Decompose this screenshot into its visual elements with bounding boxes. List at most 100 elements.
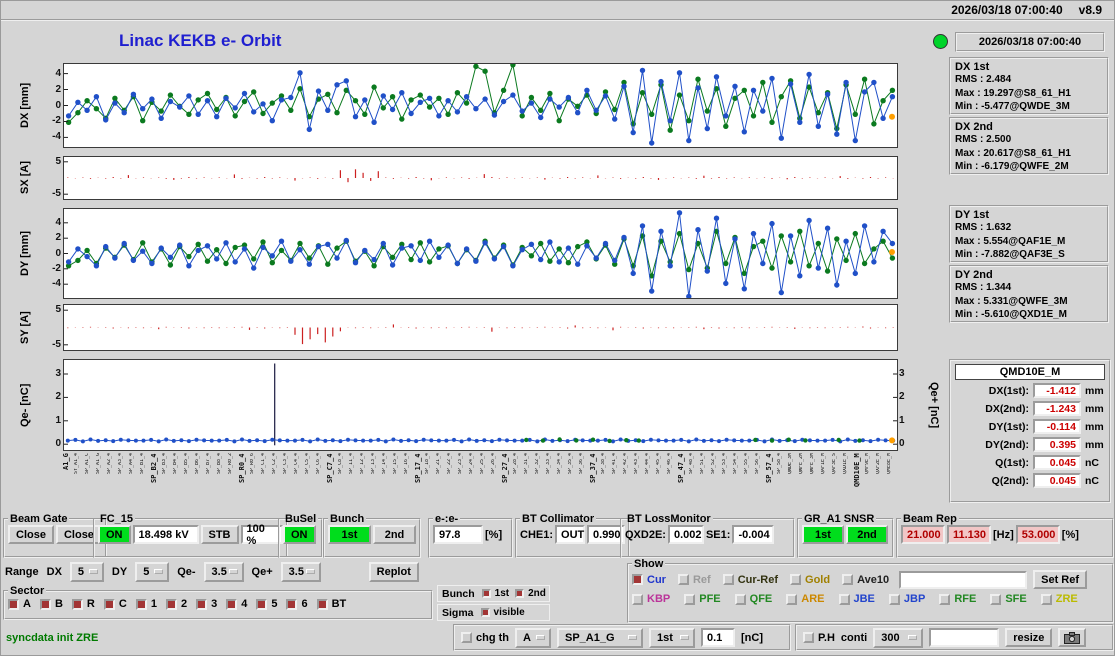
checkbox-box (632, 574, 643, 585)
gr-a1-2nd-button[interactable]: 2nd (846, 525, 888, 544)
dropdown-indicator-icon (305, 569, 315, 574)
show-checkbox-pfe[interactable]: PFE (684, 593, 721, 605)
show-checkbox-qfe[interactable]: QFE (734, 593, 772, 605)
sector-checkbox-c[interactable]: C (103, 598, 127, 610)
show-checkbox-ref[interactable]: Ref (677, 574, 711, 586)
show-checkbox-zre[interactable]: ZRE (1040, 593, 1078, 605)
fc15-stb-button[interactable]: STB (200, 525, 239, 544)
monitor-label: Q(1st): (995, 456, 1029, 469)
monitor-row: DY(2nd): 0.395 mm (955, 437, 1105, 452)
sector-checkbox-r[interactable]: R (71, 598, 95, 610)
bunch-1st-button[interactable]: 1st (328, 525, 371, 544)
mode-dropdown[interactable]: A (515, 627, 551, 648)
range-qe-label: Qe+ (251, 566, 273, 578)
monitor-label: DX(1st): (988, 384, 1029, 397)
rep-count-dropdown[interactable]: 300 (873, 627, 924, 648)
xaxis-label: SP_12_4 (359, 453, 365, 475)
xaxis-label: SY_A1_4 (73, 453, 79, 475)
xaxis-label: SP_47_4 (678, 453, 686, 483)
show-checkbox-kbp[interactable]: KBP (632, 593, 670, 605)
replot-button[interactable]: Replot (368, 562, 419, 582)
xaxis-label: SP_37_4 (590, 453, 598, 483)
set-ref-button[interactable]: Set Ref (1033, 570, 1088, 589)
sector-checkbox-4[interactable]: 4 (226, 598, 247, 610)
monitor-row: Q(1st): 0.045 nC (955, 455, 1105, 470)
checkbox-label: 3 (211, 598, 218, 610)
ph-checkbox[interactable]: P.H (803, 632, 835, 644)
checkbox-box (790, 574, 802, 585)
threshold-input[interactable] (701, 628, 735, 647)
stat-line: Min : -5.610@QXD1E_M (955, 309, 1068, 320)
qxd2e-value-field: 0.002 (667, 525, 704, 544)
busel-on-button[interactable]: ON (283, 525, 316, 544)
show-checkbox-ave10[interactable]: Ave10 (842, 574, 889, 586)
monitor-value: -0.114 (1033, 419, 1081, 434)
checkbox-label: Ave10 (857, 573, 890, 586)
sector-checkbox-5[interactable]: 5 (256, 598, 277, 610)
xaxis-label: SP_A2_4 (106, 453, 112, 475)
beam-rep-panel: Beam Rep 21.000 11.130 [Hz] 53.000 [%] (896, 513, 1114, 558)
axis-label-qe-right: Qe+ [nC] (928, 381, 940, 429)
monitor-label: Q(2nd): (991, 474, 1029, 487)
aux-input[interactable] (929, 628, 1000, 647)
stat-box-title: DY 2nd (955, 269, 993, 281)
sector-checkbox-3[interactable]: 3 (196, 598, 217, 610)
show-checkbox-sfe[interactable]: SFE (990, 593, 1027, 605)
bunch-view-checkbox-1st[interactable]: 1st (481, 588, 509, 599)
beam-gate-close-button-1[interactable]: Close (8, 525, 54, 544)
se1-label: SE1: (705, 528, 731, 541)
gr-a1-1st-button[interactable]: 1st (802, 525, 844, 544)
show-checkbox-cur-ref[interactable]: Cur-Ref (722, 574, 778, 586)
snapshot-button[interactable] (1058, 628, 1087, 647)
show-checkbox-are[interactable]: ARE (786, 593, 825, 605)
checkbox-box (786, 593, 798, 605)
checkbox-label: BT (331, 598, 347, 610)
status-datetime: 2026/03/18 07:00:40 (955, 32, 1105, 52)
show-checkbox-jbe[interactable]: JBE (838, 593, 875, 605)
dropdown-value: 1st (657, 631, 673, 644)
xaxis-label: SP_11_4 (348, 453, 354, 475)
resize-button[interactable]: resize (1005, 628, 1053, 647)
sector-checkbox-1[interactable]: 1 (135, 598, 157, 610)
sector-checkbox-2[interactable]: 2 (165, 598, 187, 610)
camera-icon (1064, 631, 1081, 644)
bunch-dropdown[interactable]: 1st (649, 627, 695, 648)
ee-ratio-unit: [%] (485, 528, 503, 541)
checkbox-label: C (118, 598, 127, 610)
fc15-on-button[interactable]: ON (98, 525, 131, 544)
xaxis-label: SP_B1_4 (139, 453, 145, 475)
dropdown-indicator-icon (680, 634, 689, 640)
show-checkbox-cur[interactable]: Cur (632, 574, 666, 586)
show-checkbox-jbp[interactable]: JBP (888, 593, 925, 605)
show-checkbox-rfe[interactable]: RFE (939, 593, 976, 605)
sector-checkbox-a[interactable]: A (8, 598, 31, 610)
ytick-label: 4 (55, 216, 61, 228)
checkbox-box (684, 593, 696, 605)
sector-checkbox-bt[interactable]: BT (316, 598, 347, 610)
show-checkbox-gold[interactable]: Gold (790, 574, 830, 586)
ytick-label: 1 (55, 414, 61, 426)
checkbox-box (515, 589, 525, 598)
titlebar: 2026/03/18 07:00:40 v8.9 (1, 1, 1114, 21)
xaxis-label: SP_55_4 (744, 453, 750, 475)
bunch-2nd-button[interactable]: 2nd (373, 525, 416, 544)
range-qe-dropdown[interactable]: 3.5 (280, 562, 321, 582)
checkbox-box (838, 593, 850, 605)
ref-name-input[interactable] (899, 570, 1028, 589)
xaxis-label: SP_R0_6 (249, 453, 255, 475)
chg-th-checkbox[interactable]: chg th (461, 632, 509, 644)
range-qe-dropdown[interactable]: 3.5 (203, 562, 244, 582)
sector-checkbox-b[interactable]: B (39, 598, 63, 610)
xaxis-label: SP_52_4 (711, 453, 717, 475)
sp-monitor-dropdown[interactable]: SP_A1_G (557, 627, 643, 648)
page-title: Linac KEKB e- Orbit (119, 31, 282, 50)
xaxis-label: SP_25_4 (480, 453, 486, 475)
sigma-checkbox-visible[interactable]: visible (480, 607, 525, 618)
sector-checkbox-6[interactable]: 6 (286, 598, 308, 610)
range-dy-dropdown[interactable]: 5 (135, 562, 170, 582)
range-dx-dropdown[interactable]: 5 (69, 562, 104, 582)
checkbox-box (480, 608, 490, 617)
ytick-label: 2 (55, 232, 61, 244)
checkbox-box (461, 632, 472, 643)
bunch-view-checkbox-2nd[interactable]: 2nd (515, 588, 546, 599)
